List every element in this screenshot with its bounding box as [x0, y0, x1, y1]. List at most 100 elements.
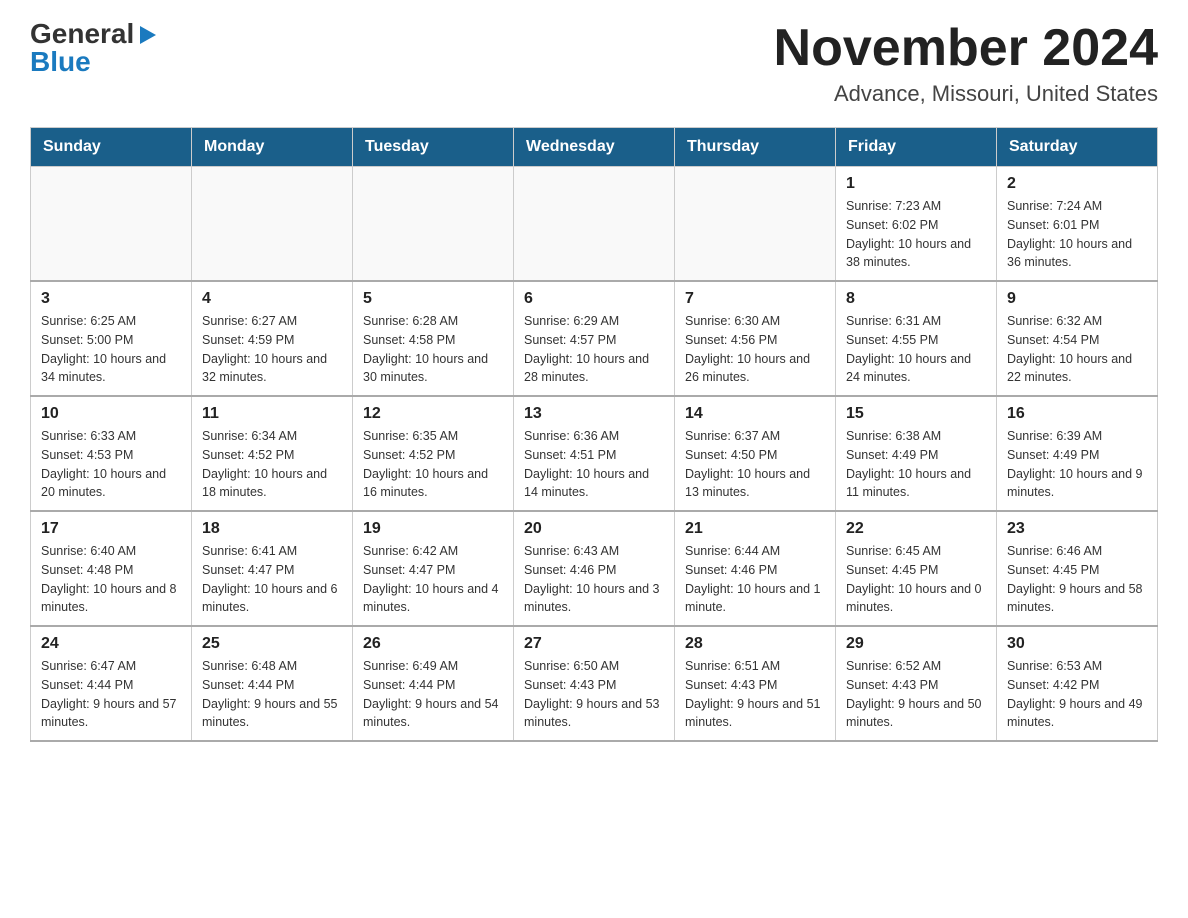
day-number: 25: [202, 635, 342, 653]
calendar-header-row: SundayMondayTuesdayWednesdayThursdayFrid…: [31, 128, 1158, 167]
calendar-weekday-header: Thursday: [675, 128, 836, 167]
day-sun-info: Sunrise: 6:47 AM Sunset: 4:44 PM Dayligh…: [41, 657, 181, 732]
day-sun-info: Sunrise: 6:25 AM Sunset: 5:00 PM Dayligh…: [41, 312, 181, 387]
calendar-day-cell: 16 Sunrise: 6:39 AM Sunset: 4:49 PM Dayli…: [997, 396, 1158, 511]
day-sun-info: Sunrise: 7:24 AM Sunset: 6:01 PM Dayligh…: [1007, 197, 1147, 272]
logo: General Blue: [30, 20, 158, 76]
day-number: 21: [685, 520, 825, 538]
calendar-day-cell: 26Sunrise: 6:49 AM Sunset: 4:44 PM Dayli…: [353, 626, 514, 741]
day-sun-info: Sunrise: 6:53 AM Sunset: 4:42 PM Dayligh…: [1007, 657, 1147, 732]
calendar-day-cell: 21 Sunrise: 6:44 AM Sunset: 4:46 PM Dayli…: [675, 511, 836, 626]
day-sun-info: Sunrise: 6:31 AM Sunset: 4:55 PM Dayligh…: [846, 312, 986, 387]
day-sun-info: Sunrise: 6:38 AM Sunset: 4:49 PM Dayligh…: [846, 427, 986, 502]
calendar-day-cell: [514, 167, 675, 282]
day-number: 5: [363, 290, 503, 308]
calendar-day-cell: 7 Sunrise: 6:30 AM Sunset: 4:56 PM Daylig…: [675, 281, 836, 396]
calendar-day-cell: 9 Sunrise: 6:32 AM Sunset: 4:54 PM Daylig…: [997, 281, 1158, 396]
calendar-day-cell: 14 Sunrise: 6:37 AM Sunset: 4:50 PM Dayli…: [675, 396, 836, 511]
calendar-weekday-header: Monday: [192, 128, 353, 167]
calendar-day-cell: [353, 167, 514, 282]
day-number: 10: [41, 405, 181, 423]
calendar-day-cell: 11 Sunrise: 6:34 AM Sunset: 4:52 PM Dayli…: [192, 396, 353, 511]
day-number: 26: [363, 635, 503, 653]
day-sun-info: Sunrise: 6:36 AM Sunset: 4:51 PM Dayligh…: [524, 427, 664, 502]
title-block: November 2024 Advance, Missouri, United …: [774, 20, 1158, 107]
day-number: 1: [846, 175, 986, 193]
calendar-week-row: 1 Sunrise: 7:23 AM Sunset: 6:02 PM Daylig…: [31, 167, 1158, 282]
calendar-weekday-header: Sunday: [31, 128, 192, 167]
day-sun-info: Sunrise: 6:32 AM Sunset: 4:54 PM Dayligh…: [1007, 312, 1147, 387]
calendar-day-cell: [675, 167, 836, 282]
calendar-week-row: 24 Sunrise: 6:47 AM Sunset: 4:44 PM Dayli…: [31, 626, 1158, 741]
calendar-body: 1 Sunrise: 7:23 AM Sunset: 6:02 PM Daylig…: [31, 167, 1158, 742]
day-number: 9: [1007, 290, 1147, 308]
day-sun-info: Sunrise: 6:37 AM Sunset: 4:50 PM Dayligh…: [685, 427, 825, 502]
day-sun-info: Sunrise: 6:48 AM Sunset: 4:44 PM Dayligh…: [202, 657, 342, 732]
day-sun-info: Sunrise: 6:29 AM Sunset: 4:57 PM Dayligh…: [524, 312, 664, 387]
day-number: 11: [202, 405, 342, 423]
calendar-day-cell: 5 Sunrise: 6:28 AM Sunset: 4:58 PM Daylig…: [353, 281, 514, 396]
day-sun-info: Sunrise: 6:40 AM Sunset: 4:48 PM Dayligh…: [41, 542, 181, 617]
calendar-day-cell: 24 Sunrise: 6:47 AM Sunset: 4:44 PM Dayli…: [31, 626, 192, 741]
day-sun-info: Sunrise: 6:34 AM Sunset: 4:52 PM Dayligh…: [202, 427, 342, 502]
calendar-week-row: 17 Sunrise: 6:40 AM Sunset: 4:48 PM Dayli…: [31, 511, 1158, 626]
calendar-day-cell: 23 Sunrise: 6:46 AM Sunset: 4:45 PM Dayli…: [997, 511, 1158, 626]
calendar-day-cell: 30 Sunrise: 6:53 AM Sunset: 4:42 PM Dayli…: [997, 626, 1158, 741]
day-number: 3: [41, 290, 181, 308]
calendar-weekday-header: Friday: [836, 128, 997, 167]
day-number: 23: [1007, 520, 1147, 538]
calendar-day-cell: 15 Sunrise: 6:38 AM Sunset: 4:49 PM Dayli…: [836, 396, 997, 511]
calendar-day-cell: 27Sunrise: 6:50 AM Sunset: 4:43 PM Dayli…: [514, 626, 675, 741]
calendar-week-row: 10Sunrise: 6:33 AM Sunset: 4:53 PM Dayli…: [31, 396, 1158, 511]
day-number: 16: [1007, 405, 1147, 423]
day-sun-info: Sunrise: 6:27 AM Sunset: 4:59 PM Dayligh…: [202, 312, 342, 387]
day-number: 14: [685, 405, 825, 423]
day-sun-info: Sunrise: 6:42 AM Sunset: 4:47 PM Dayligh…: [363, 542, 503, 617]
logo-general-text: General: [30, 20, 134, 48]
day-number: 7: [685, 290, 825, 308]
day-sun-info: Sunrise: 6:39 AM Sunset: 4:49 PM Dayligh…: [1007, 427, 1147, 502]
day-number: 24: [41, 635, 181, 653]
day-number: 30: [1007, 635, 1147, 653]
calendar-day-cell: 28Sunrise: 6:51 AM Sunset: 4:43 PM Dayli…: [675, 626, 836, 741]
calendar-day-cell: 4Sunrise: 6:27 AM Sunset: 4:59 PM Daylig…: [192, 281, 353, 396]
calendar-day-cell: 6Sunrise: 6:29 AM Sunset: 4:57 PM Daylig…: [514, 281, 675, 396]
day-number: 13: [524, 405, 664, 423]
calendar-weekday-header: Wednesday: [514, 128, 675, 167]
day-number: 17: [41, 520, 181, 538]
logo-blue-text: Blue: [30, 48, 91, 76]
day-sun-info: Sunrise: 6:30 AM Sunset: 4:56 PM Dayligh…: [685, 312, 825, 387]
calendar-day-cell: 20Sunrise: 6:43 AM Sunset: 4:46 PM Dayli…: [514, 511, 675, 626]
day-number: 28: [685, 635, 825, 653]
day-number: 27: [524, 635, 664, 653]
day-number: 29: [846, 635, 986, 653]
calendar-day-cell: 2 Sunrise: 7:24 AM Sunset: 6:01 PM Daylig…: [997, 167, 1158, 282]
day-sun-info: Sunrise: 6:52 AM Sunset: 4:43 PM Dayligh…: [846, 657, 986, 732]
day-number: 18: [202, 520, 342, 538]
calendar-day-cell: 18 Sunrise: 6:41 AM Sunset: 4:47 PM Dayli…: [192, 511, 353, 626]
day-number: 12: [363, 405, 503, 423]
day-number: 19: [363, 520, 503, 538]
calendar-day-cell: 13 Sunrise: 6:36 AM Sunset: 4:51 PM Dayli…: [514, 396, 675, 511]
day-sun-info: Sunrise: 6:28 AM Sunset: 4:58 PM Dayligh…: [363, 312, 503, 387]
calendar-table: SundayMondayTuesdayWednesdayThursdayFrid…: [30, 127, 1158, 742]
calendar-day-cell: 3 Sunrise: 6:25 AM Sunset: 5:00 PM Daylig…: [31, 281, 192, 396]
day-number: 15: [846, 405, 986, 423]
day-sun-info: Sunrise: 6:46 AM Sunset: 4:45 PM Dayligh…: [1007, 542, 1147, 617]
calendar-day-cell: 12Sunrise: 6:35 AM Sunset: 4:52 PM Dayli…: [353, 396, 514, 511]
day-sun-info: Sunrise: 7:23 AM Sunset: 6:02 PM Dayligh…: [846, 197, 986, 272]
calendar-day-cell: 19 Sunrise: 6:42 AM Sunset: 4:47 PM Dayli…: [353, 511, 514, 626]
day-sun-info: Sunrise: 6:44 AM Sunset: 4:46 PM Dayligh…: [685, 542, 825, 617]
day-number: 20: [524, 520, 664, 538]
day-number: 2: [1007, 175, 1147, 193]
calendar-day-cell: [31, 167, 192, 282]
calendar-day-cell: 8 Sunrise: 6:31 AM Sunset: 4:55 PM Daylig…: [836, 281, 997, 396]
calendar-day-cell: 10Sunrise: 6:33 AM Sunset: 4:53 PM Dayli…: [31, 396, 192, 511]
day-number: 8: [846, 290, 986, 308]
logo-triangle-icon: [136, 24, 158, 46]
calendar-day-cell: 29 Sunrise: 6:52 AM Sunset: 4:43 PM Dayli…: [836, 626, 997, 741]
day-sun-info: Sunrise: 6:41 AM Sunset: 4:47 PM Dayligh…: [202, 542, 342, 617]
month-title: November 2024: [774, 20, 1158, 77]
calendar-week-row: 3 Sunrise: 6:25 AM Sunset: 5:00 PM Daylig…: [31, 281, 1158, 396]
page-header: General Blue November 2024 Advance, Miss…: [30, 20, 1158, 107]
